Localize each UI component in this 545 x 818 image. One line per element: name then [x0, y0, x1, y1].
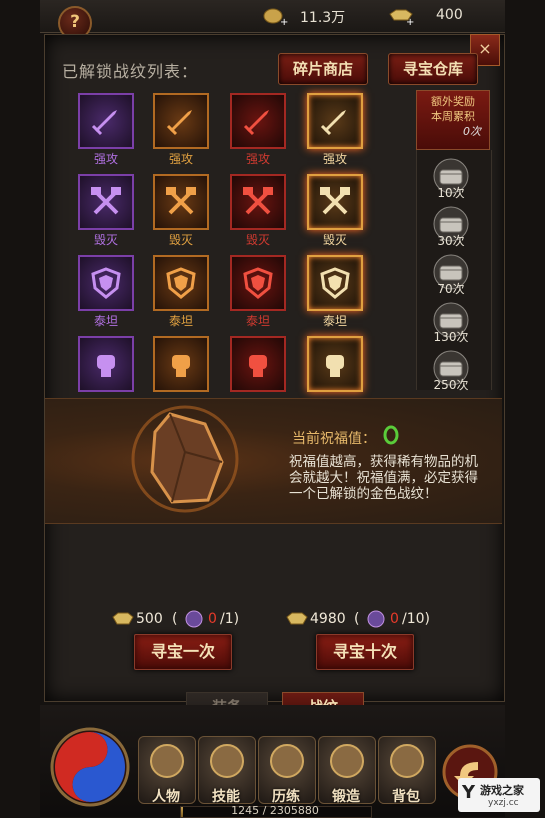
battle-pattern-tile[interactable]	[307, 174, 363, 230]
sword-icon	[91, 110, 117, 136]
blessing-description: 祝福值越高，获得稀有物品的机会就越大！祝福值满，必定获得一个已解锁的金色战纹！	[289, 454, 478, 502]
battle-pattern-label: 强攻	[93, 152, 118, 166]
fist-icon	[249, 355, 267, 377]
reward-chest-label: 30次	[437, 234, 465, 248]
blessing-label: 当前祝福值：	[292, 428, 376, 448]
blessing-crystal-icon	[131, 405, 239, 513]
battle-pattern-label: 泰坦	[168, 314, 193, 328]
extra-reward-header: 额外奖励 本周累积 0次	[416, 90, 490, 150]
fist-icon	[326, 355, 344, 377]
draw-ten-cost: 4980	[310, 611, 346, 627]
svg-text:+: +	[280, 17, 288, 26]
battle-pattern-tile[interactable]	[307, 93, 363, 149]
shield-icon	[166, 267, 196, 299]
extra-reward-title: 额外奖励	[431, 95, 475, 108]
battle-pattern-label: 泰坦	[245, 314, 270, 328]
shield-icon	[320, 267, 350, 299]
battle-pattern-tile[interactable]	[153, 255, 209, 311]
training-icon	[270, 744, 304, 778]
battle-pattern-tile[interactable]	[78, 336, 134, 392]
battle-pattern-tile[interactable]	[78, 255, 134, 311]
battle-pattern-tile[interactable]	[153, 336, 209, 392]
battle-pattern-tile[interactable]	[307, 255, 363, 311]
battle-pattern-tile[interactable]	[153, 93, 209, 149]
ingot-icon: +	[389, 9, 414, 26]
sword-icon	[166, 110, 192, 136]
shield-icon	[243, 267, 273, 299]
nav-label: 历练	[272, 789, 300, 805]
blessing-ring-icon	[383, 425, 399, 445]
battle-pattern-tile[interactable]	[230, 336, 286, 392]
blessing-label-text: 当前祝福值：	[292, 431, 376, 447]
nav-label: 锻造	[332, 789, 360, 805]
shard-shop-button[interactable]: 碎片商店	[278, 53, 368, 85]
crossed-axes-icon	[166, 187, 196, 215]
battle-pattern-label: 毁灭	[245, 233, 270, 247]
draw-ten-button[interactable]: 寻宝十次	[316, 634, 414, 670]
battle-pattern-label: 强攻	[245, 152, 270, 166]
draw-ten-open-paren: (	[354, 611, 360, 627]
nav-label: 背包	[392, 789, 420, 805]
battle-pattern-tile[interactable]	[230, 174, 286, 230]
crossed-axes-icon	[91, 187, 121, 215]
battle-pattern-label: 强攻	[322, 152, 347, 166]
nav-label: 技能	[212, 789, 240, 805]
unlocked-list-title: 已解锁战纹列表：	[62, 62, 199, 81]
draw-ten-need: /10)	[402, 611, 430, 627]
gold-amount: 11.3万	[300, 10, 346, 26]
draw-ten-have: 0	[390, 611, 399, 627]
draw-once-cost: 500	[136, 611, 163, 627]
ingot-amount: 400	[436, 7, 463, 23]
reward-chest-label: 250次	[433, 378, 469, 392]
battle-pattern-tile[interactable]	[78, 93, 134, 149]
reward-chest-label: 130次	[433, 330, 469, 344]
battle-pattern-tile[interactable]	[230, 93, 286, 149]
weekly-accum-label: 本周累积	[431, 110, 475, 123]
skill-book-icon	[210, 744, 244, 778]
weekly-count: 0次	[463, 125, 481, 138]
yin-yang-orb-icon[interactable]	[48, 722, 132, 812]
sword-icon	[243, 110, 269, 136]
draw-once-open-paren: (	[172, 611, 178, 627]
ingot-icon	[286, 612, 308, 625]
treasure-key-icon	[367, 610, 385, 628]
svg-text:+: +	[406, 17, 414, 26]
forge-icon	[330, 744, 364, 778]
crossed-axes-icon	[243, 187, 273, 215]
battle-pattern-label: 毁灭	[322, 233, 347, 247]
reward-chest-label: 10次	[437, 186, 465, 200]
draw-once-have: 0	[208, 611, 217, 627]
watermark-logo-icon: Y	[462, 782, 476, 803]
fist-icon	[97, 355, 115, 377]
battle-pattern-tile[interactable]	[78, 174, 134, 230]
battle-pattern-tile[interactable]	[307, 336, 363, 392]
watermark-url: yxzj.cc	[488, 798, 519, 808]
battle-pattern-label: 强攻	[168, 152, 193, 166]
crossed-axes-icon	[320, 187, 350, 215]
ingot-icon	[112, 612, 134, 625]
battle-pattern-tile[interactable]	[153, 174, 209, 230]
reward-chest-label: 70次	[437, 282, 465, 296]
battle-pattern-tile[interactable]	[230, 255, 286, 311]
backpack-icon	[390, 744, 424, 778]
nav-label: 人物	[152, 789, 180, 805]
draw-once-need: /1)	[220, 611, 240, 627]
battle-pattern-label: 毁灭	[168, 233, 193, 247]
battle-pattern-label: 毁灭	[93, 233, 118, 247]
treasure-warehouse-button[interactable]: 寻宝仓库	[388, 53, 478, 85]
character-icon	[150, 744, 184, 778]
draw-once-button[interactable]: 寻宝一次	[134, 634, 232, 670]
battle-pattern-label: 泰坦	[93, 314, 118, 328]
watermark-brand: 游戏之家	[480, 784, 524, 797]
fist-icon	[172, 355, 190, 377]
site-watermark: Y 游戏之家 yxzj.cc	[458, 778, 540, 812]
battle-pattern-label: 泰坦	[322, 314, 347, 328]
treasure-key-icon	[185, 610, 203, 628]
sword-icon	[320, 110, 346, 136]
exp-text: 1245 / 2305880	[231, 804, 319, 817]
shield-icon	[91, 267, 121, 299]
gold-coin-icon: +	[263, 8, 288, 26]
